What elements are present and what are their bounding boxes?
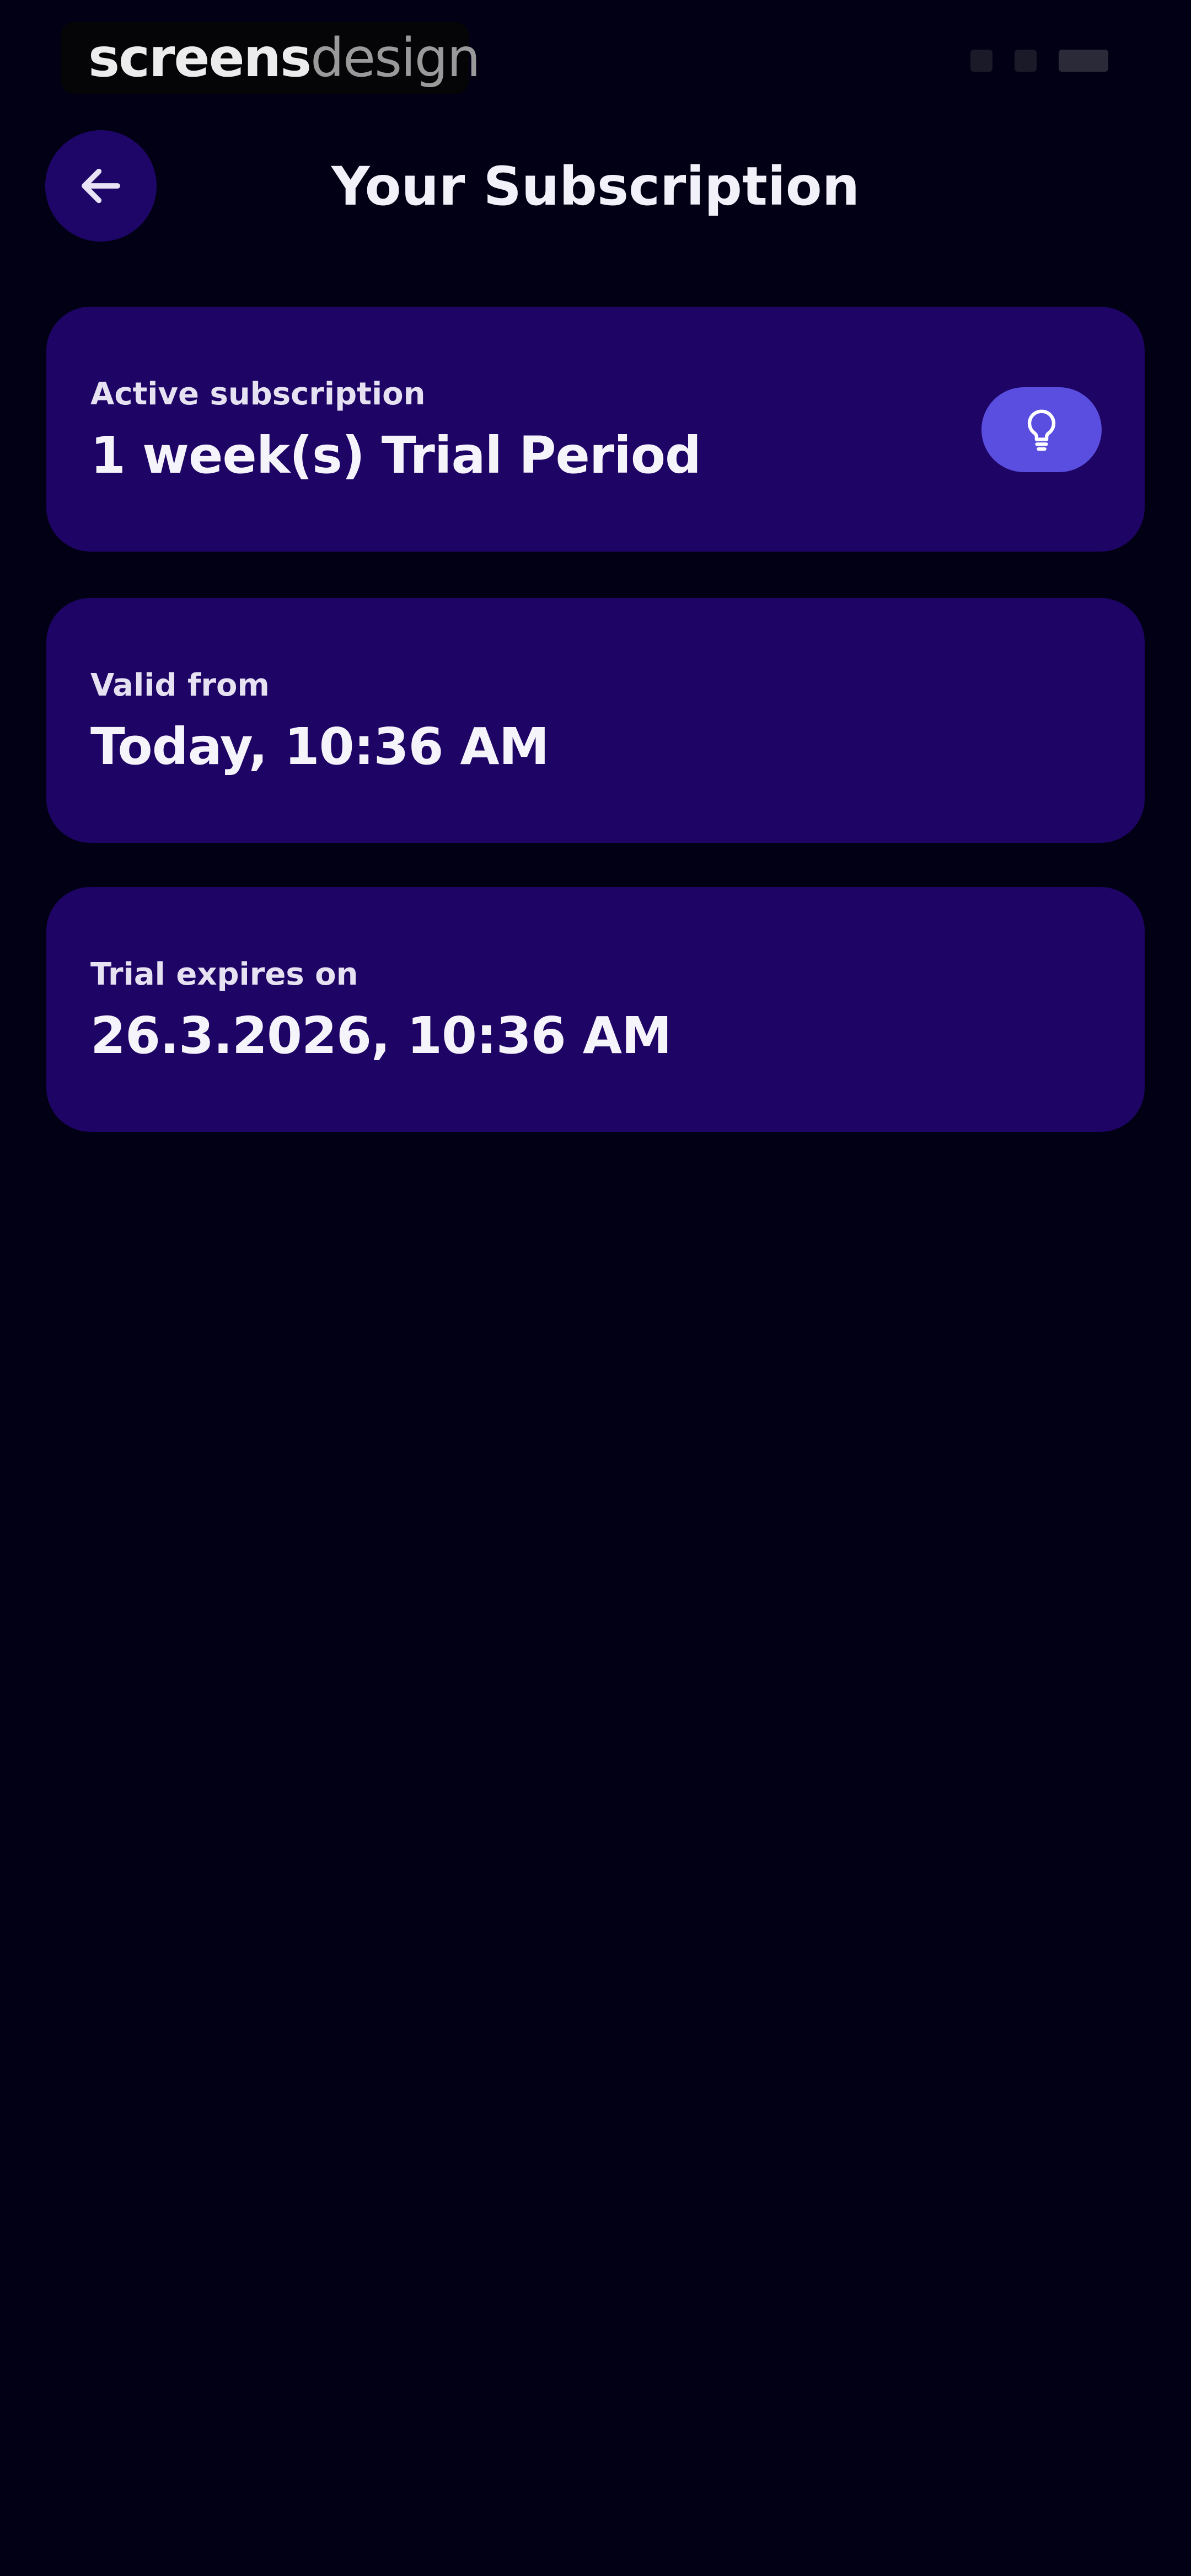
card-value: Today, 10:36 AM xyxy=(90,717,549,776)
card-label: Valid from xyxy=(90,667,270,703)
page-title: Your Subscription xyxy=(331,156,860,217)
wifi-icon xyxy=(1015,50,1037,72)
status-icons xyxy=(970,50,1108,72)
card-value: 1 week(s) Trial Period xyxy=(90,426,701,485)
card-value: 26.3.2026, 10:36 AM xyxy=(90,1006,672,1065)
active-subscription-card: Active subscription 1 week(s) Trial Peri… xyxy=(46,307,1145,552)
subscription-screen: screens design Your Subscription Active s… xyxy=(0,0,1191,2576)
status-bar: screens design xyxy=(0,0,1191,121)
battery-icon xyxy=(1059,50,1108,72)
watermark-logo: screens design xyxy=(61,22,481,94)
lightbulb-badge[interactable] xyxy=(981,387,1102,472)
watermark-part-2: design xyxy=(310,27,480,89)
watermark-part-1: screens xyxy=(88,27,312,89)
valid-from-card: Valid from Today, 10:36 AM xyxy=(46,598,1145,843)
lightbulb-icon xyxy=(1027,409,1056,451)
trial-expires-card: Trial expires on 26.3.2026, 10:36 AM xyxy=(46,887,1145,1132)
card-label: Active subscription xyxy=(90,376,426,412)
card-label: Trial expires on xyxy=(90,956,358,992)
signal-icon xyxy=(970,50,993,72)
